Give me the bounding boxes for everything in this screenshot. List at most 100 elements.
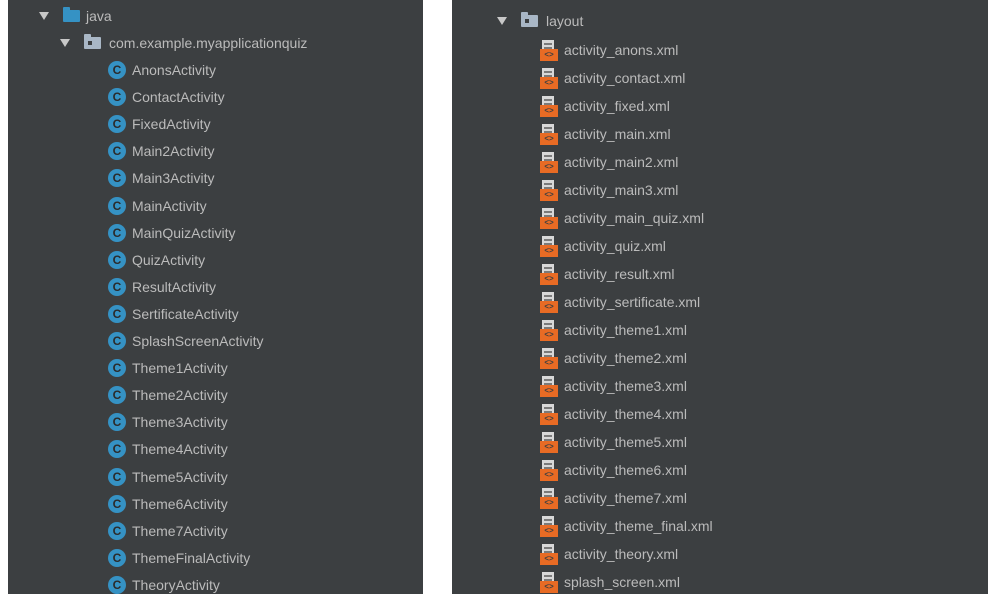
tree-item-label: MainQuizActivity <box>132 224 236 241</box>
tree-item-class[interactable]: C Main2Activity <box>108 138 214 164</box>
tree-item-layout-file[interactable]: <> activity_fixed.xml <box>540 93 670 119</box>
tree-item-layout-file[interactable]: <> activity_anons.xml <box>540 37 678 63</box>
tree-item-class[interactable]: C ContactActivity <box>108 84 225 110</box>
tree-item-class[interactable]: C Theme5Activity <box>108 464 228 490</box>
chevron-down-icon[interactable] <box>497 17 507 25</box>
tree-item-label: activity_theme3.xml <box>564 378 687 394</box>
tree-item-class[interactable]: C TheoryActivity <box>108 572 220 594</box>
tree-item-layout-file[interactable]: <> activity_main_quiz.xml <box>540 205 704 231</box>
tree-item-layout-file[interactable]: <> activity_sertificate.xml <box>540 289 700 315</box>
tree-item-class[interactable]: C QuizActivity <box>108 247 205 273</box>
package-icon <box>84 34 101 49</box>
chevron-down-icon[interactable] <box>60 39 70 47</box>
tree-item-layout-file[interactable]: <> activity_theme3.xml <box>540 373 687 399</box>
tree-item-class[interactable]: C MainQuizActivity <box>108 220 235 246</box>
tree-item-layout-file[interactable]: <> activity_contact.xml <box>540 65 685 91</box>
tree-item-layout-file[interactable]: <> activity_main.xml <box>540 121 671 147</box>
xml-file-icon: <> <box>540 207 558 229</box>
tree-item-label: activity_theme2.xml <box>564 350 687 366</box>
class-icon: C <box>108 277 126 296</box>
tree-item-label: activity_main_quiz.xml <box>564 210 705 226</box>
tree-item-layout-file[interactable]: <> activity_quiz.xml <box>540 233 666 259</box>
tree-item-label: MainActivity <box>132 197 207 214</box>
tree-item-layout-file[interactable]: <> activity_theme7.xml <box>540 485 687 511</box>
tree-item-label: SplashScreenActivity <box>132 333 264 349</box>
class-icon: C <box>108 169 126 188</box>
tree-item-layout-file[interactable]: <> activity_theme2.xml <box>540 345 687 371</box>
tree-item-class[interactable]: C Theme6Activity <box>108 491 228 517</box>
tree-item-class[interactable]: C Main3Activity <box>108 165 214 191</box>
tree-item-layout-file[interactable]: <> activity_result.xml <box>540 261 674 287</box>
tree-item-layout-file[interactable]: <> activity_theme_final.xml <box>540 513 713 539</box>
xml-file-icon: <> <box>540 39 558 61</box>
class-icon: C <box>108 223 126 242</box>
tree-item-label: activity_contact.xml <box>564 70 686 86</box>
class-icon: C <box>108 575 126 594</box>
tree-item-label: Theme7Activity <box>132 522 228 539</box>
tree-item-label: activity_sertificate.xml <box>564 294 701 310</box>
tree-item-label: ResultActivity <box>132 278 217 295</box>
tree-item-layout-file[interactable]: <> activity_theme5.xml <box>540 429 687 455</box>
tree-item-label: activity_main3.xml <box>564 182 679 198</box>
tree-item-label: activity_theme4.xml <box>564 406 687 422</box>
xml-file-icon: <> <box>540 263 558 285</box>
class-icon: C <box>108 440 126 459</box>
class-icon: C <box>108 142 126 161</box>
tree-item-class[interactable]: C ResultActivity <box>108 274 216 300</box>
xml-file-icon: <> <box>540 487 558 509</box>
tree-item-layout-file[interactable]: <> activity_theme4.xml <box>540 401 687 427</box>
layout-folder-node[interactable]: layout <box>497 8 583 34</box>
tree-item-label: Theme4Activity <box>132 441 228 458</box>
tree-item-label: activity_theme5.xml <box>564 434 687 450</box>
tree-item-class[interactable]: C SplashScreenActivity <box>108 328 264 354</box>
class-icon: C <box>108 359 126 378</box>
tree-item-label: FixedActivity <box>132 116 211 133</box>
tree-item-layout-file[interactable]: <> splash_screen.xml <box>540 569 680 594</box>
xml-file-icon: <> <box>540 95 558 117</box>
class-icon: C <box>108 413 126 432</box>
tree-item-label: ContactActivity <box>132 89 225 106</box>
xml-file-icon: <> <box>540 571 558 593</box>
chevron-down-icon[interactable] <box>39 12 49 20</box>
tree-item-class[interactable]: C Theme7Activity <box>108 518 228 544</box>
tree-item-class[interactable]: C Theme2Activity <box>108 382 228 408</box>
tree-item-layout-file[interactable]: <> activity_main3.xml <box>540 177 678 203</box>
tree-item-label: Theme5Activity <box>132 468 228 485</box>
tree-item-class[interactable]: C Theme1Activity <box>108 355 228 381</box>
class-icon: C <box>108 332 126 350</box>
tree-item-label: QuizActivity <box>132 251 206 268</box>
xml-file-icon: <> <box>540 67 558 89</box>
class-icon: C <box>108 521 126 540</box>
folder-label: java <box>86 8 112 24</box>
tree-item-label: splash_screen.xml <box>564 574 680 590</box>
tree-item-class[interactable]: C Theme4Activity <box>108 436 228 462</box>
tree-item-layout-file[interactable]: <> activity_theme6.xml <box>540 457 687 483</box>
tree-item-class[interactable]: C SertificateActivity <box>108 301 239 327</box>
xml-file-icon: <> <box>540 515 558 537</box>
tree-item-label: activity_theme7.xml <box>564 490 687 506</box>
tree-item-class[interactable]: C MainActivity <box>108 193 207 219</box>
folder-icon <box>63 7 80 22</box>
tree-item-label: activity_main.xml <box>564 126 671 142</box>
tree-item-layout-file[interactable]: <> activity_theory.xml <box>540 541 678 567</box>
tree-item-class[interactable]: C AnonsActivity <box>108 57 216 83</box>
class-icon: C <box>108 304 126 323</box>
tree-item-label: Theme3Activity <box>132 414 228 431</box>
tree-item-label: Theme1Activity <box>132 360 228 377</box>
tree-item-layout-file[interactable]: <> activity_theme1.xml <box>540 317 687 343</box>
tree-item-class[interactable]: C FixedActivity <box>108 111 211 137</box>
xml-file-icon: <> <box>540 431 558 453</box>
tree-item-layout-file[interactable]: <> activity_main2.xml <box>540 149 678 175</box>
class-icon: C <box>108 61 126 79</box>
tree-item-label: activity_main2.xml <box>564 154 679 170</box>
tree-item-class[interactable]: C ThemeFinalActivity <box>108 545 250 571</box>
tree-item-label: activity_theme_final.xml <box>564 518 713 534</box>
java-folder-node[interactable]: java <box>39 3 112 29</box>
tree-item-label: activity_result.xml <box>564 266 675 282</box>
tree-item-class[interactable]: C Theme3Activity <box>108 409 228 435</box>
class-icon: C <box>108 88 126 107</box>
tree-item-label: activity_quiz.xml <box>564 238 666 254</box>
package-node[interactable]: com.example.myapplicationquiz <box>60 30 307 56</box>
class-icon: C <box>108 250 126 269</box>
java-tree-panel: java com.example.myapplicationquiz C Anon… <box>8 0 423 594</box>
